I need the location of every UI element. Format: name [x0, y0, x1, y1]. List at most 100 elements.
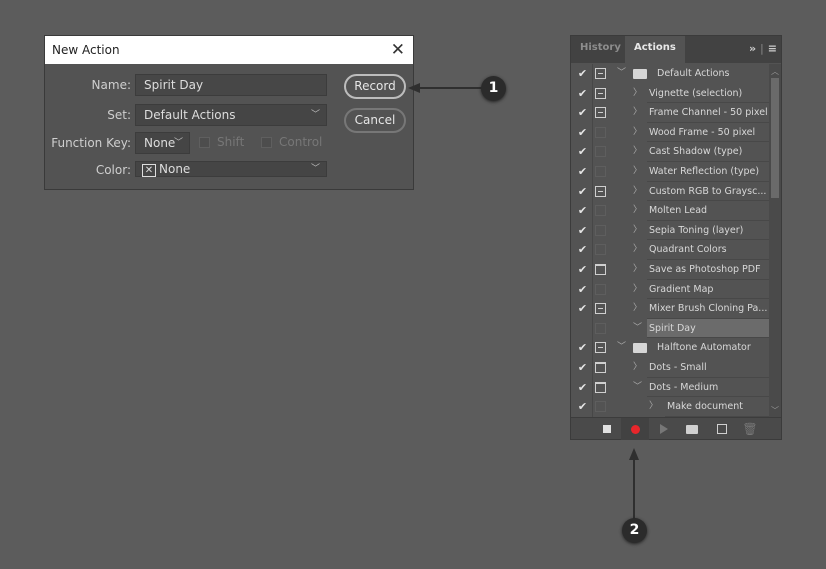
action-label: Custom RGB to Graysc...: [647, 182, 769, 202]
menu-icon[interactable]: ≡: [768, 42, 777, 55]
toggle-item-checkbox[interactable]: ✔: [575, 64, 590, 83]
chevron-down-icon[interactable]: ﹀: [633, 319, 642, 338]
scroll-up-icon[interactable]: ︿: [771, 66, 779, 77]
dialog-toggle-icon[interactable]: [595, 126, 606, 138]
toggle-item-checkbox[interactable]: ✔: [575, 378, 590, 397]
toggle-item-checkbox[interactable]: ✔: [575, 84, 590, 103]
dialog-toggle-icon[interactable]: [595, 107, 606, 119]
record-button[interactable]: Record: [344, 74, 406, 99]
toggle-item-checkbox[interactable]: ✔: [575, 221, 590, 240]
toggle-item-checkbox[interactable]: ✔: [575, 201, 590, 220]
dialog-toggle-icon[interactable]: [595, 146, 606, 158]
chevron-right-icon[interactable]: 〉: [633, 123, 642, 142]
shift-checkbox[interactable]: [199, 137, 210, 148]
scrollbar[interactable]: ︿ ﹀: [769, 64, 781, 418]
action-row[interactable]: ✔ 〉 Custom RGB to Graysc...: [571, 181, 769, 202]
delete-button[interactable]: 🗑: [736, 418, 764, 440]
tab-history[interactable]: History: [571, 36, 630, 63]
toggle-item-checkbox[interactable]: ✔: [575, 280, 590, 299]
action-row[interactable]: ✔ ﹀ Dots - Medium: [571, 377, 769, 398]
action-label: Gradient Map: [647, 280, 769, 300]
stop-button[interactable]: [593, 418, 621, 440]
set-select[interactable]: Default Actions ﹀: [135, 104, 327, 126]
toggle-item-checkbox[interactable]: ✔: [575, 299, 590, 318]
action-row[interactable]: ✔ 〉 Mixer Brush Cloning Pa...: [571, 299, 769, 319]
toggle-item-checkbox[interactable]: ✔: [575, 142, 590, 161]
action-row[interactable]: ✔ 〉 Frame Channel - 50 pixel: [571, 103, 769, 123]
color-value: None: [159, 162, 191, 176]
name-input[interactable]: Spirit Day: [135, 74, 327, 96]
action-row[interactable]: ﹀ Spirit Day: [571, 318, 769, 339]
toggle-item-checkbox[interactable]: ✔: [575, 260, 590, 279]
chevron-right-icon[interactable]: 〉: [633, 221, 642, 240]
dialog-toggle-icon[interactable]: [595, 361, 606, 373]
scrollbar-thumb[interactable]: [771, 78, 779, 198]
chevron-right-icon[interactable]: 〉: [633, 162, 642, 181]
dialog-toggle-icon[interactable]: [595, 244, 606, 256]
action-row[interactable]: ✔ 〉 Gradient Map: [571, 279, 769, 300]
chevron-right-icon[interactable]: 〉: [633, 240, 642, 259]
toggle-item-checkbox[interactable]: ✔: [575, 123, 590, 142]
chevron-right-icon[interactable]: 〉: [633, 280, 642, 299]
scroll-down-icon[interactable]: ﹀: [771, 405, 779, 416]
chevron-right-icon[interactable]: 〉: [633, 142, 642, 161]
action-row[interactable]: ✔ ﹀ Halftone Automator: [571, 338, 769, 358]
dialog-toggle-icon[interactable]: [595, 342, 606, 354]
chevron-down-icon[interactable]: ﹀: [617, 338, 626, 357]
function-key-select[interactable]: None ﹀: [135, 132, 190, 154]
action-row[interactable]: ✔ 〉 Save as Photoshop PDF: [571, 259, 769, 280]
action-row[interactable]: ✔ 〉 Sepia Toning (layer): [571, 220, 769, 241]
action-row[interactable]: ✔ 〉 Water Reflection (type): [571, 161, 769, 182]
chevron-right-icon[interactable]: 〉: [633, 299, 642, 318]
toggle-item-checkbox[interactable]: ✔: [575, 103, 590, 122]
action-row[interactable]: ✔ 〉 Wood Frame - 50 pixel: [571, 122, 769, 143]
toggle-item-checkbox[interactable]: ✔: [575, 358, 590, 377]
function-key-label: Function Key:: [51, 136, 131, 150]
tab-actions[interactable]: Actions: [625, 36, 685, 63]
action-row[interactable]: ✔ 〉 Vignette (selection): [571, 83, 769, 104]
chevron-right-icon[interactable]: 〉: [633, 260, 642, 279]
chevron-right-icon[interactable]: 〉: [649, 397, 658, 416]
chevron-right-icon[interactable]: 〉: [633, 103, 642, 122]
dialog-toggle-icon[interactable]: [595, 303, 606, 315]
callout-1-arrow: [408, 83, 483, 93]
dialog-toggle-icon[interactable]: [595, 401, 606, 413]
action-row[interactable]: ✔ 〉 Molten Lead: [571, 201, 769, 221]
dialog-toggle-icon[interactable]: [595, 381, 606, 393]
toggle-item-checkbox[interactable]: ✔: [575, 162, 590, 181]
dialog-toggle-icon[interactable]: [595, 205, 606, 217]
chevron-right-icon[interactable]: 〉: [633, 201, 642, 220]
record-action-button[interactable]: [621, 418, 649, 440]
dialog-toggle-icon[interactable]: [595, 283, 606, 295]
folder-icon: [633, 69, 647, 79]
toggle-item-checkbox[interactable]: ✔: [575, 182, 590, 201]
dialog-toggle-icon[interactable]: [595, 68, 606, 79]
chevron-right-icon[interactable]: 〉: [633, 182, 642, 201]
toggle-item-checkbox[interactable]: ✔: [575, 397, 590, 416]
chevron-down-icon[interactable]: ﹀: [617, 64, 626, 83]
play-button[interactable]: [650, 418, 678, 440]
dialog-toggle-icon[interactable]: [595, 263, 606, 275]
chevron-down-icon[interactable]: ﹀: [633, 378, 642, 397]
new-action-button[interactable]: [708, 418, 736, 440]
chevron-right-icon[interactable]: 〉: [633, 358, 642, 377]
dialog-toggle-icon[interactable]: [595, 322, 606, 334]
action-row[interactable]: ✔ 〉 Cast Shadow (type): [571, 142, 769, 162]
action-row[interactable]: ✔ ﹀ Default Actions: [571, 64, 769, 84]
cancel-button[interactable]: Cancel: [344, 108, 406, 133]
dialog-toggle-icon[interactable]: [595, 185, 606, 197]
dialog-toggle-icon[interactable]: [595, 87, 606, 99]
toggle-item-checkbox[interactable]: ✔: [575, 338, 590, 357]
action-row[interactable]: ✔ 〉 Dots - Small: [571, 357, 769, 378]
toggle-item-checkbox[interactable]: ✔: [575, 240, 590, 259]
new-set-button[interactable]: [678, 418, 706, 440]
action-row[interactable]: ✔ 〉 Make document: [571, 397, 769, 417]
close-icon[interactable]: ✕: [391, 36, 405, 64]
action-row[interactable]: ✔ 〉 Quadrant Colors: [571, 240, 769, 260]
chevron-right-icon[interactable]: 〉: [633, 84, 642, 103]
control-checkbox[interactable]: [261, 137, 272, 148]
collapse-icon[interactable]: »: [749, 42, 756, 55]
dialog-toggle-icon[interactable]: [595, 165, 606, 177]
dialog-toggle-icon[interactable]: [595, 224, 606, 236]
color-select[interactable]: ✕ None ﹀: [135, 161, 327, 177]
